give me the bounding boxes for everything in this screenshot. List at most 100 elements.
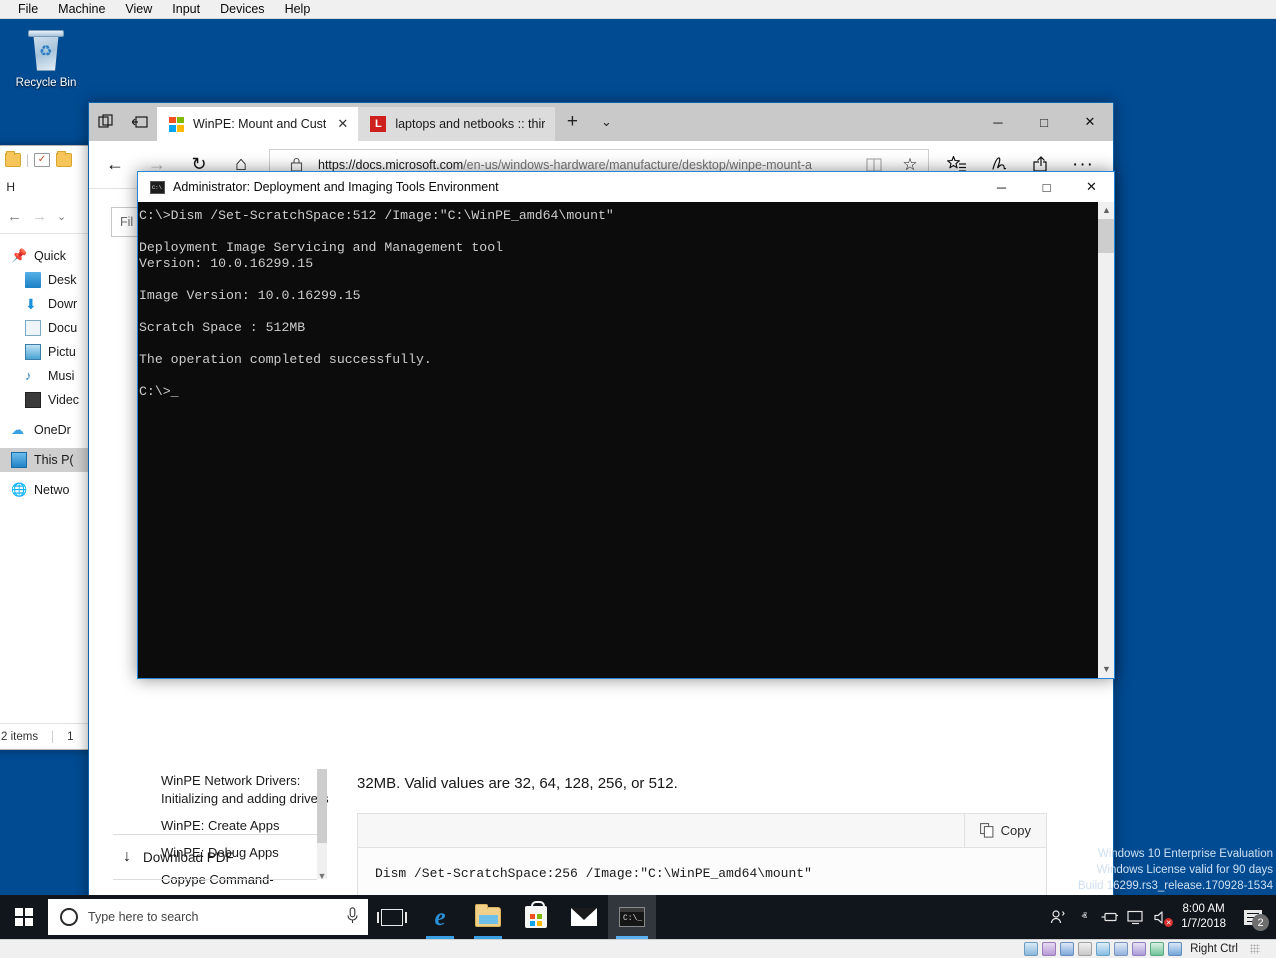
clock[interactable]: 8:00 AM 1/7/2018 — [1175, 902, 1236, 932]
toc-scrollbar[interactable]: ▼ — [317, 769, 327, 881]
taskbar-button-edge[interactable]: e — [416, 895, 464, 939]
selected-count: 1 — [67, 730, 74, 743]
shared-folders-status-icon[interactable] — [1096, 942, 1111, 956]
sidebar-item-label: Musi — [48, 369, 75, 383]
maximize-button[interactable]: □ — [1021, 103, 1067, 141]
desktop[interactable]: ♻ Recycle Bin ✓ File H ← → ⌄ — [0, 19, 1276, 958]
network-tray-icon[interactable] — [1097, 895, 1123, 939]
chevron-down-icon[interactable]: ▼ — [1098, 661, 1114, 678]
scrollbar-thumb[interactable] — [317, 769, 327, 843]
recycle-bin-label: Recycle Bin — [15, 77, 77, 89]
microphone-icon[interactable] — [347, 907, 358, 927]
folder-icon[interactable] — [5, 151, 21, 167]
toc-link[interactable]: WinPE Network Drivers: Initializing and … — [161, 772, 329, 808]
sidebar-item-label: Quick — [34, 249, 66, 263]
chevron-up-icon[interactable]: ▲ — [1098, 202, 1114, 219]
people-icon[interactable] — [1045, 895, 1071, 939]
action-center-button[interactable]: 2 — [1236, 895, 1270, 939]
screen: File Machine View Input Devices Help ♻ R… — [0, 0, 1276, 958]
new-folder-icon[interactable] — [56, 151, 72, 167]
menu-item-input[interactable]: Input — [162, 0, 210, 19]
task-view-icon — [377, 908, 407, 926]
this-pc-icon — [11, 452, 27, 468]
sidebar-item-label: Dowr — [48, 297, 78, 311]
close-button[interactable]: ✕ — [1069, 172, 1114, 202]
taskbar-button-store[interactable] — [512, 895, 560, 939]
window-controls: ─ □ ✕ — [979, 172, 1114, 202]
url-domain: https://docs.microsoft.com — [318, 157, 464, 172]
divider — [27, 153, 28, 167]
volume-muted-icon[interactable]: ✕ — [1149, 895, 1175, 939]
maximize-button[interactable]: □ — [1024, 172, 1069, 202]
watermark-line-1: Windows 10 Enterprise Evaluation — [1097, 848, 1273, 860]
new-tab-button[interactable]: + — [555, 103, 589, 141]
watermark-line-2: Windows License valid for 90 days — [1096, 864, 1273, 876]
search-placeholder: Type here to search — [88, 910, 199, 924]
cmd-icon: C:\_ — [619, 907, 645, 927]
close-icon[interactable]: ✕ — [337, 116, 348, 132]
sidebar-item-label: Desk — [48, 273, 77, 287]
start-button[interactable] — [0, 895, 48, 939]
pictures-icon — [25, 344, 41, 360]
videos-icon — [25, 392, 41, 408]
display-tray-icon[interactable] — [1123, 895, 1149, 939]
tab-title: WinPE: Mount and Cust — [193, 117, 327, 131]
copy-button[interactable]: Copy — [963, 813, 1046, 848]
console-title-bar[interactable]: Administrator: Deployment and Imaging To… — [138, 172, 1114, 202]
network-status-icon[interactable] — [1060, 942, 1075, 956]
console-output-area[interactable]: C:\>Dism /Set-ScratchSpace:512 /Image:"C… — [138, 202, 1114, 678]
taskbar-button-command-prompt[interactable]: C:\_ — [608, 895, 656, 939]
optical-drive-status-icon[interactable] — [1042, 942, 1057, 956]
virtualbox-status-bar: Right Ctrl — [0, 939, 1276, 958]
chevron-down-icon[interactable]: ▼ — [317, 871, 327, 881]
minimize-button[interactable]: ─ — [975, 103, 1021, 141]
taskbar-button-file-explorer[interactable] — [464, 895, 512, 939]
mouse-integration-status-icon[interactable] — [1168, 942, 1183, 956]
sidebar-item-label: OneDr — [34, 423, 71, 437]
display-status-icon[interactable] — [1114, 942, 1129, 956]
window-controls: ─ □ ✕ — [975, 103, 1113, 141]
desktop-icon-recycle-bin[interactable]: ♻ Recycle Bin — [8, 27, 84, 89]
taskbar-button-mail[interactable] — [560, 895, 608, 939]
resize-grip[interactable] — [1250, 944, 1260, 954]
minimize-button[interactable]: ─ — [979, 172, 1024, 202]
recording-status-icon[interactable] — [1132, 942, 1147, 956]
download-pdf-button[interactable]: ↓ Download PDF — [113, 834, 317, 880]
menu-item-view[interactable]: View — [115, 0, 162, 19]
scrollbar-thumb[interactable] — [1098, 219, 1114, 253]
command-prompt-window[interactable]: Administrator: Deployment and Imaging To… — [137, 171, 1115, 679]
properties-icon[interactable]: ✓ — [34, 153, 50, 167]
store-icon — [525, 901, 547, 928]
usb-status-icon[interactable] — [1078, 942, 1093, 956]
back-icon[interactable]: ← — [7, 208, 22, 225]
tab-menu-icon[interactable]: ⌄ — [589, 103, 623, 141]
browser-tab-inactive[interactable]: L laptops and netbooks :: thir — [358, 107, 556, 141]
console-scrollbar[interactable]: ▲ ▼ — [1097, 202, 1114, 678]
recycle-bin-icon: ♻ — [22, 27, 70, 75]
hard-disk-status-icon[interactable] — [1024, 942, 1039, 956]
guest-additions-status-icon[interactable] — [1150, 942, 1165, 956]
toc-link[interactable]: WinPE: Create Apps — [161, 817, 329, 835]
onedrive-icon: ☁ — [11, 422, 24, 437]
taskbar-button-task-view[interactable] — [368, 895, 416, 939]
sidebar-item-label: Docu — [48, 321, 78, 335]
recent-locations-icon[interactable]: ⌄ — [57, 210, 66, 223]
browser-tab-active[interactable]: WinPE: Mount and Cust ✕ — [157, 107, 359, 141]
back-button[interactable]: ← — [95, 145, 135, 185]
menu-item-machine[interactable]: Machine — [48, 0, 115, 19]
tab-title: laptops and netbooks :: thir — [395, 117, 546, 131]
tab-preview-icon[interactable] — [89, 103, 123, 141]
article-paragraph: 32MB. Valid values are 32, 64, 128, 256,… — [357, 775, 678, 792]
close-button[interactable]: ✕ — [1067, 103, 1113, 141]
menu-item-help[interactable]: Help — [275, 0, 321, 19]
cortana-icon — [60, 908, 78, 926]
ribbon-tab-home[interactable]: H — [0, 174, 31, 200]
windows-activation-watermark: Windows 10 Enterprise Evaluation Windows… — [1078, 846, 1273, 894]
item-count: 2 items — [1, 730, 39, 743]
show-hidden-icons-chevron-icon[interactable]: ⱏ — [1071, 895, 1097, 939]
set-aside-tabs-icon[interactable] — [123, 103, 157, 141]
menu-item-file[interactable]: File — [8, 0, 48, 19]
mail-icon — [571, 908, 597, 926]
search-input[interactable]: Type here to search — [48, 899, 368, 935]
menu-item-devices[interactable]: Devices — [210, 0, 274, 19]
